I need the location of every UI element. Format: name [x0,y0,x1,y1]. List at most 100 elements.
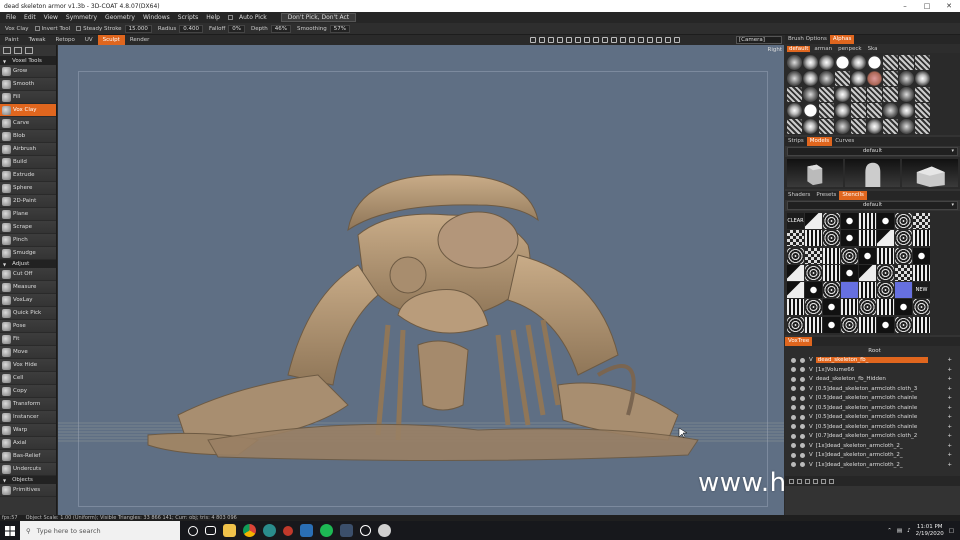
alpha-brush-thumbnail[interactable] [835,71,850,86]
menu-help[interactable]: Help [202,14,224,21]
tool-2d-paint[interactable]: 2D-Paint [0,195,56,208]
alpha-brush-thumbnail[interactable] [899,71,914,86]
tab-curves[interactable]: Curves [832,137,857,146]
alpha-brush-thumbnail[interactable] [803,87,818,102]
expand-icon[interactable]: + [947,424,952,430]
expand-icon[interactable]: + [947,452,952,458]
stencil-thumbnail[interactable] [895,230,912,247]
select-icon[interactable] [3,47,11,54]
alpha-brush-thumbnail[interactable] [787,103,802,118]
tool-bas-relief[interactable]: Bas-Relief [0,450,56,463]
model-box-thumbnail[interactable] [787,159,843,187]
voxtree-row[interactable]: V [0.5]dead_skeleton_armcloth chainle + [785,413,960,423]
ghost-icon[interactable] [800,386,805,392]
alpha-brush-thumbnail[interactable] [835,87,850,102]
stencil-thumbnail[interactable] [859,264,876,281]
alpha-brush-thumbnail[interactable] [851,71,866,86]
move-view-icon[interactable] [557,37,563,43]
alpha-brush-thumbnail[interactable] [867,87,882,102]
stencil-thumbnail[interactable] [841,299,858,316]
alpha-brush-thumbnail[interactable] [899,87,914,102]
alpha-brush-thumbnail[interactable] [787,71,802,86]
alpha-brush-thumbnail[interactable] [851,55,866,70]
brush-icon[interactable] [25,47,33,54]
clone-icon[interactable] [797,478,802,484]
alpha-brush-thumbnail[interactable] [835,55,850,70]
stencil-thumbnail[interactable] [823,264,840,281]
tab-voxtree[interactable]: VoxTree [785,337,813,346]
cortana-icon[interactable] [188,525,198,536]
add-layer-icon[interactable] [789,478,794,484]
stencil-thumbnail[interactable] [877,230,894,247]
alpha-brush-thumbnail[interactable] [867,103,882,118]
stencil-thumbnail[interactable] [913,264,930,281]
windows-start-icon[interactable] [0,521,20,540]
tool-vox-clay[interactable]: Vox Clay [0,104,56,117]
stencil-thumbnail[interactable] [787,316,804,333]
symmetry-icon[interactable] [548,37,554,43]
preset-penpeck[interactable]: penpeck [836,46,863,52]
tab-tweak[interactable]: Tweak [24,35,51,45]
alpha-brush-thumbnail[interactable] [787,87,802,102]
expand-icon[interactable]: + [947,443,952,449]
stencil-thumbnail[interactable] [823,282,840,299]
ghost-icon[interactable] [800,462,805,468]
voxtree-row[interactable]: V [0.7]dead_skeleton_armcloth cloth_2 + [785,432,960,442]
fit-view-icon[interactable] [584,37,590,43]
expand-icon[interactable]: + [947,405,952,411]
tool-quick-pick[interactable]: Quick Pick [0,307,56,320]
expand-icon[interactable]: + [947,433,952,439]
expand-icon[interactable]: + [947,386,952,392]
store-icon[interactable] [300,524,313,537]
tab-models[interactable]: Models [806,137,833,146]
stencil-thumbnail[interactable] [895,264,912,281]
tool-grow[interactable]: Grow [0,65,56,78]
menu-scripts[interactable]: Scripts [174,14,203,21]
voxtree-row[interactable]: V [0.5]dead_skeleton_armcloth chainle + [785,394,960,404]
stencil-thumbnail[interactable] [805,264,822,281]
ghost-icon[interactable] [800,414,805,420]
stencil-thumbnail[interactable] [805,299,822,316]
menu-view[interactable]: View [40,14,62,21]
3d-viewport[interactable]: Right www.h [58,45,784,515]
voxtree-row[interactable]: V [0.5]dead_skeleton_armcloth chainle + [785,422,960,432]
expand-icon[interactable]: + [947,357,952,363]
voxtree-row[interactable]: Vdead_skeleton_fb_ + [785,356,960,366]
tool-vox-hide[interactable]: Vox Hide [0,359,56,372]
tool-extrude[interactable]: Extrude [0,169,56,182]
stencil-thumbnail[interactable] [913,299,930,316]
expand-icon[interactable]: + [947,462,952,468]
settings-icon[interactable] [629,37,635,43]
menu-windows[interactable]: Windows [139,14,174,21]
preset-ska[interactable]: Ska [866,46,880,52]
tab-uv[interactable]: UV [80,35,98,45]
voxtree-row[interactable]: V [1x]dead_skeleton_armcloth_2_ + [785,460,960,470]
tool-undercuts[interactable]: Undercuts [0,463,56,476]
stencil-thumbnail[interactable] [895,282,912,299]
models-preset-dropdown[interactable]: default [787,147,958,156]
pan-icon[interactable] [593,37,599,43]
3dcoat-icon[interactable] [263,524,276,537]
alpha-brush-thumbnail[interactable] [883,55,898,70]
voxtree-root[interactable]: Root [785,346,960,356]
menu-edit[interactable]: Edit [20,14,40,21]
minimize-icon[interactable]: – [894,2,916,10]
steady-stroke-toggle[interactable]: Steady Stroke [73,25,124,32]
tool-sphere[interactable]: Sphere [0,182,56,195]
alpha-brush-thumbnail[interactable] [787,55,802,70]
tab-stencils[interactable]: Stencils [839,191,867,200]
objects-header[interactable]: ▼ Objects [0,476,56,484]
tool-plane[interactable]: Plane [0,208,56,221]
visibility-icon[interactable] [791,405,796,411]
alpha-brush-thumbnail[interactable] [803,119,818,134]
menu-geometry[interactable]: Geometry [101,14,139,21]
visibility-icon[interactable] [791,367,796,373]
voxtree-row[interactable]: V [1x]dead_skeleton_armcloth_2_ + [785,441,960,451]
tool-pose[interactable]: Pose [0,320,56,333]
visibility-icon[interactable] [791,462,796,468]
tab-alphas[interactable]: Alphas [829,35,855,44]
screenshot-icon[interactable] [620,37,626,43]
tool-fit[interactable]: Fit [0,333,56,346]
stencil-thumbnail[interactable] [859,213,876,229]
folder-icon[interactable] [821,478,826,484]
